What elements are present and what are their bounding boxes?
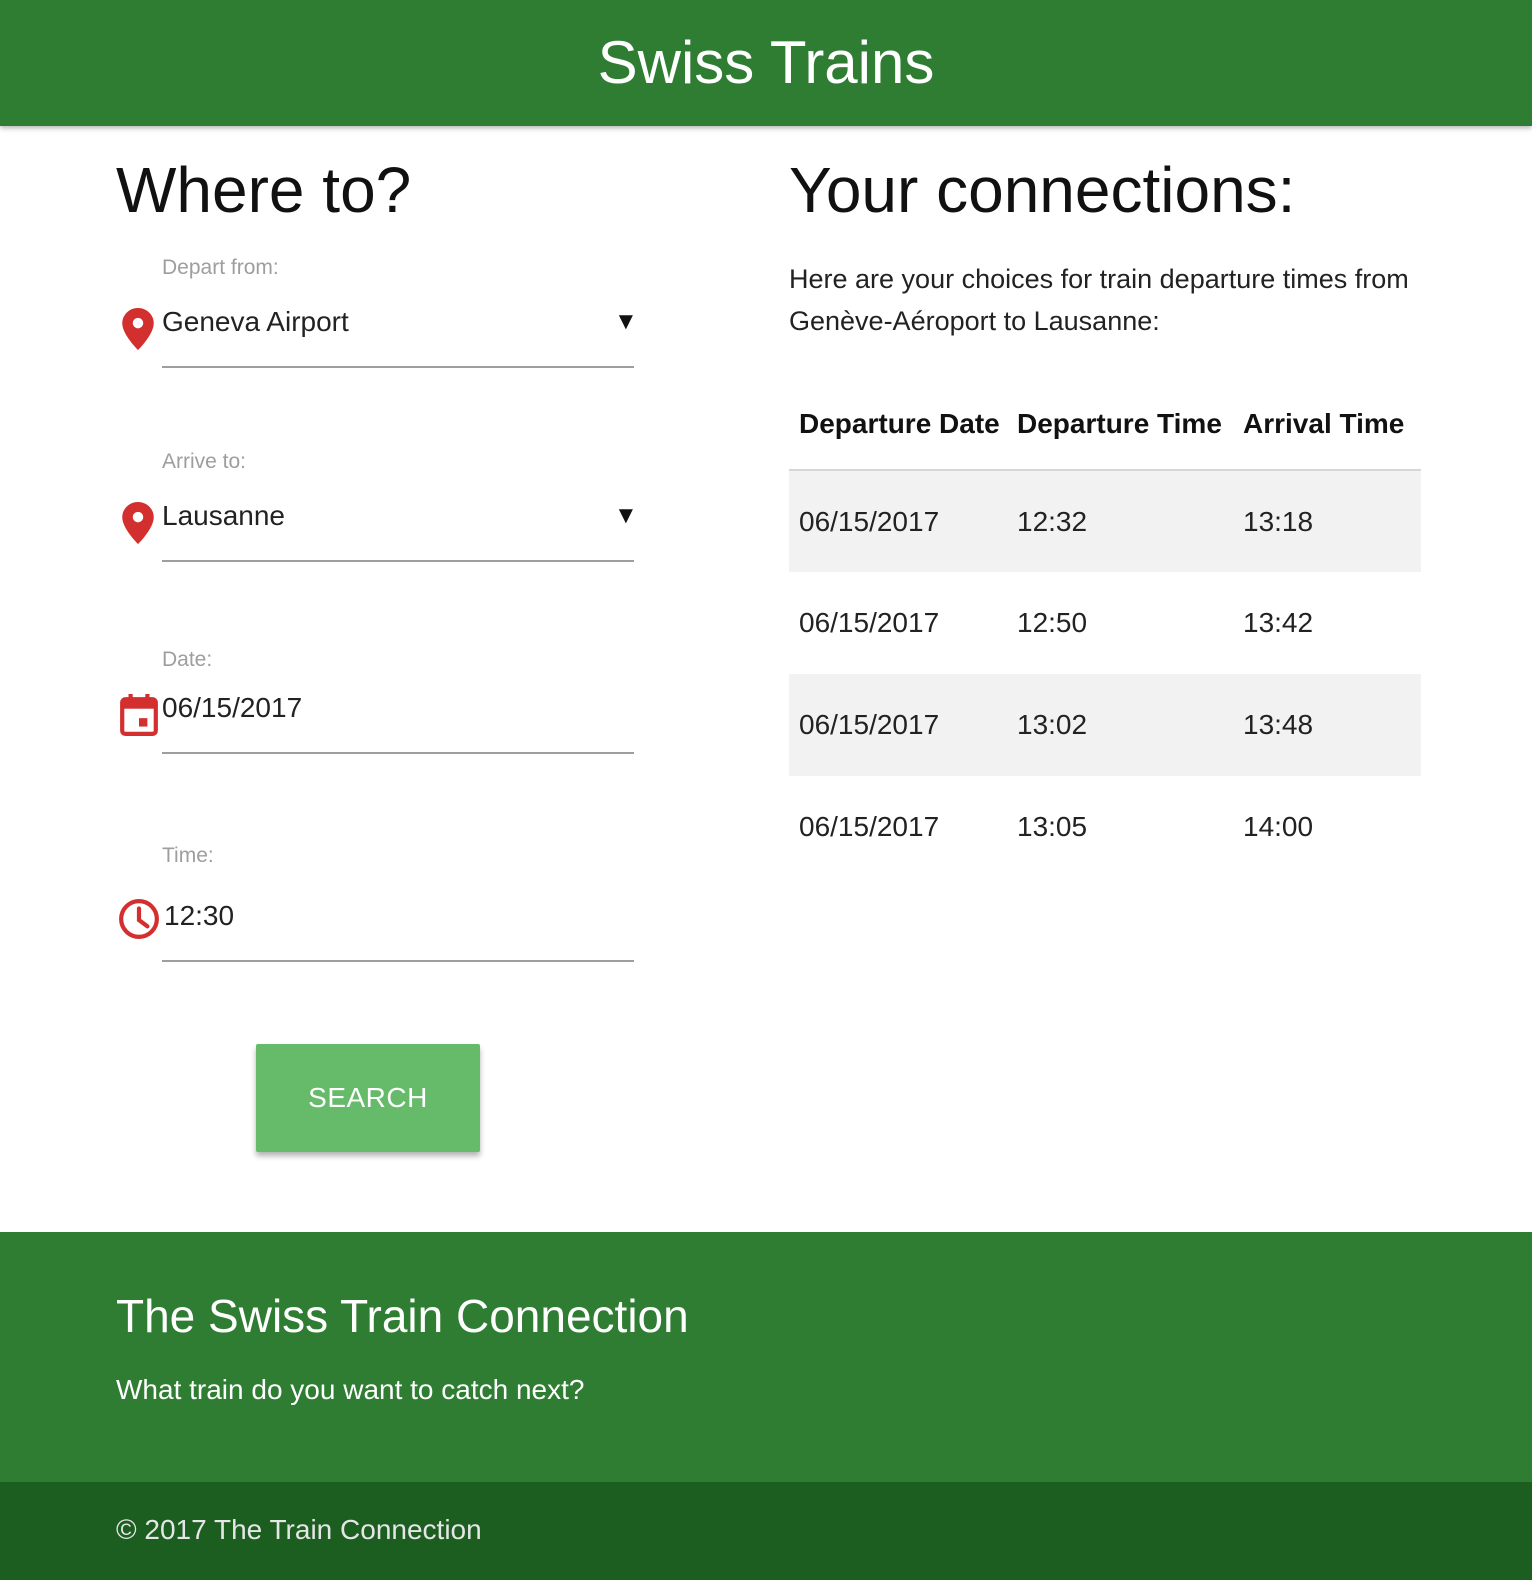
table-row[interactable]: 06/15/2017 12:50 13:42 <box>789 572 1421 674</box>
departure-date-cell: 06/15/2017 <box>789 470 1007 572</box>
clock-icon <box>118 898 160 945</box>
table-row[interactable]: 06/15/2017 13:05 14:00 <box>789 776 1421 878</box>
search-button[interactable]: Search <box>256 1044 480 1152</box>
connections-table: Departure Date Departure Time Arrival Ti… <box>789 378 1421 878</box>
footer-title: The Swiss Train Connection <box>116 1290 689 1342</box>
map-pin-icon <box>122 502 154 549</box>
form-title: Where to? <box>116 154 412 226</box>
chevron-down-icon[interactable]: ▼ <box>614 308 638 336</box>
arrive-label: Arrive to: <box>162 450 247 473</box>
results-intro: Here are your choices for train departur… <box>789 264 1409 336</box>
map-pin-icon <box>122 308 154 355</box>
copyright-text: © 2017 The Train Connection <box>116 1514 482 1545</box>
arrive-underline <box>162 560 634 562</box>
departure-time-cell: 13:05 <box>1017 811 1088 842</box>
departure-time-cell: 12:50 <box>1017 607 1088 638</box>
table-header-row: Departure Date Departure Time Arrival Ti… <box>789 378 1421 471</box>
column-header-departure-date: Departure Date <box>789 378 1007 471</box>
departure-date-cell: 06/15/2017 <box>799 811 940 842</box>
arrival-time-cell: 14:00 <box>1243 811 1314 842</box>
brand-title[interactable]: Swiss Trains <box>0 28 1532 98</box>
time-label: Time: <box>162 844 214 867</box>
departure-time-cell: 12:32 <box>1007 470 1233 572</box>
time-input[interactable]: 12:30 <box>164 900 234 932</box>
arrival-time-cell: 13:18 <box>1233 470 1421 572</box>
page-footer: The Swiss Train Connection What train do… <box>0 1232 1532 1482</box>
date-label: Date: <box>162 648 213 671</box>
footer-copyright-bar: © 2017 The Train Connection <box>0 1482 1532 1580</box>
date-underline <box>162 752 634 754</box>
column-header-departure-time: Departure Time <box>1007 378 1233 471</box>
calendar-icon <box>120 694 158 741</box>
arrival-time-cell: 13:48 <box>1233 674 1421 776</box>
results-title: Your connections: <box>789 154 1296 226</box>
arrive-select[interactable]: Lausanne <box>162 500 285 532</box>
chevron-down-icon[interactable]: ▼ <box>614 502 638 530</box>
depart-label: Depart from: <box>162 256 279 279</box>
table-row[interactable]: 06/15/2017 12:32 13:18 <box>789 470 1421 572</box>
departure-date-cell: 06/15/2017 <box>799 607 940 638</box>
column-header-arrival-time: Arrival Time <box>1233 378 1421 471</box>
time-underline <box>162 960 634 962</box>
arrival-time-cell: 13:42 <box>1243 607 1314 638</box>
departure-date-cell: 06/15/2017 <box>789 674 1007 776</box>
departure-time-cell: 13:02 <box>1007 674 1233 776</box>
footer-tagline: What train do you want to catch next? <box>116 1374 585 1405</box>
depart-select[interactable]: Geneva Airport <box>162 306 349 338</box>
table-row[interactable]: 06/15/2017 13:02 13:48 <box>789 674 1421 776</box>
top-navbar: Swiss Trains <box>0 0 1532 126</box>
date-input[interactable]: 06/15/2017 <box>162 692 302 724</box>
depart-underline <box>162 366 634 368</box>
